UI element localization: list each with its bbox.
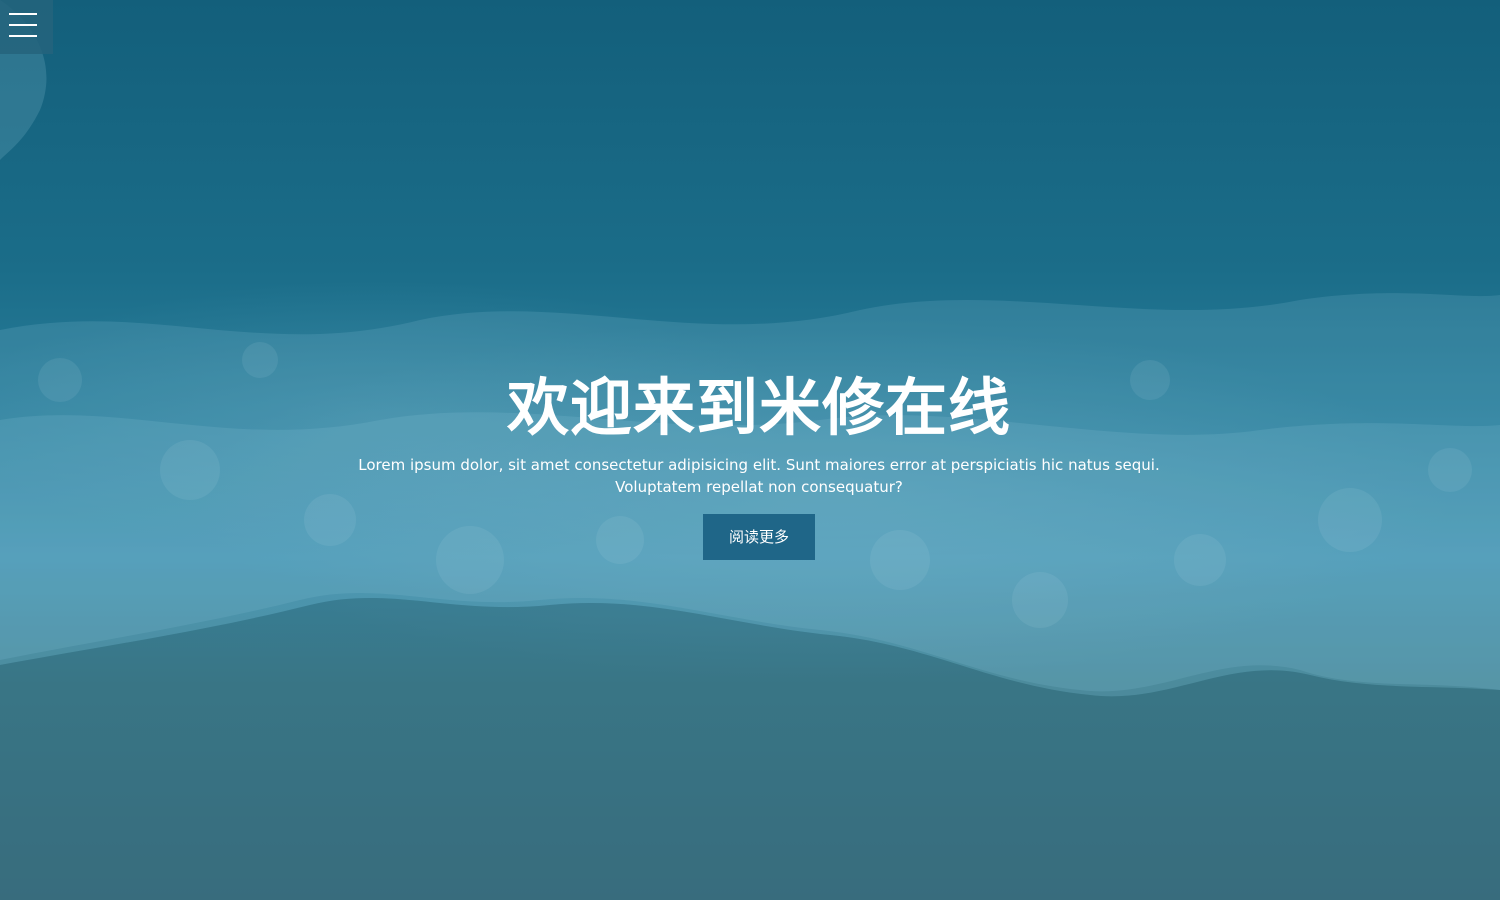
- hero-subtitle: Lorem ipsum dolor, sit amet consectetur …: [358, 456, 1160, 496]
- hero-section: 欢迎来到米修在线 Lorem ipsum dolor, sit amet con…: [0, 0, 1500, 900]
- hamburger-menu-icon-bar: [9, 24, 37, 26]
- hero-title: 欢迎来到米修在线: [506, 371, 1011, 444]
- hamburger-menu-icon: [9, 13, 37, 15]
- hamburger-menu-button[interactable]: [0, 0, 53, 54]
- read-more-button[interactable]: 阅读更多: [703, 514, 815, 560]
- hero-content: 欢迎来到米修在线 Lorem ipsum dolor, sit amet con…: [0, 368, 1500, 560]
- hamburger-menu-icon-bar: [9, 35, 37, 37]
